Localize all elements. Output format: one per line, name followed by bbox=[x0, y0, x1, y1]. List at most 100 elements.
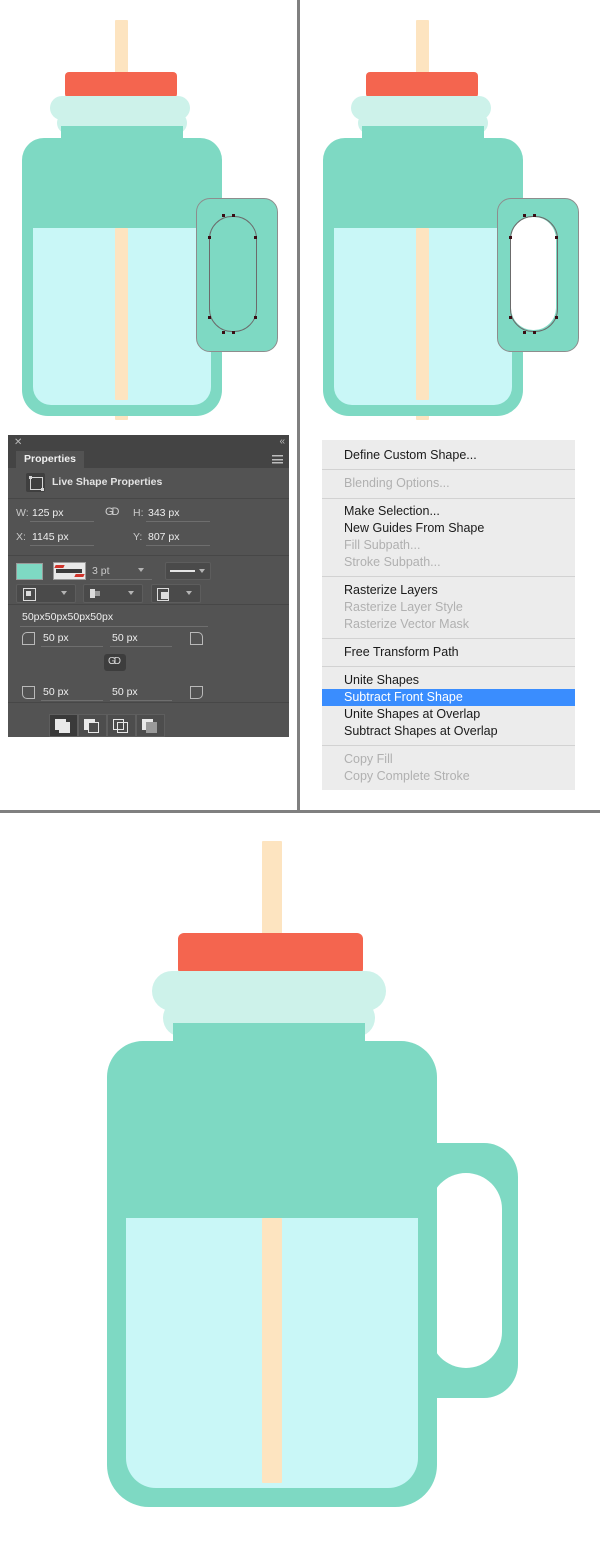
menu-item-new-guides-from-shape[interactable]: New Guides From Shape bbox=[344, 521, 484, 535]
live-shape-icon bbox=[26, 473, 45, 492]
path-anchor-point[interactable] bbox=[555, 236, 558, 239]
menu-item-define-custom-shape[interactable]: Define Custom Shape... bbox=[344, 448, 477, 462]
path-operations-group[interactable] bbox=[49, 714, 165, 737]
stroke-corners-dropdown[interactable] bbox=[151, 584, 201, 603]
path-anchor-point[interactable] bbox=[555, 316, 558, 319]
link-wh-icon[interactable]: GD bbox=[105, 506, 118, 518]
path-anchor-point[interactable] bbox=[509, 236, 512, 239]
y-input-underline[interactable] bbox=[146, 545, 210, 546]
straw-in-liquid bbox=[416, 228, 429, 400]
artwork-panel-step-1 bbox=[0, 0, 300, 430]
corner-bottom-left-underline[interactable] bbox=[41, 700, 103, 701]
close-icon[interactable]: ✕ bbox=[14, 437, 22, 449]
corner-radius-summary[interactable]: 50px50px50px50px bbox=[22, 611, 113, 623]
corner-top-left-value[interactable]: 50 px bbox=[43, 632, 69, 644]
menu-item-rasterize-layer-style: Rasterize Layer Style bbox=[344, 600, 463, 614]
height-input-underline[interactable] bbox=[146, 521, 210, 522]
menu-item-unite-shapes[interactable]: Unite Shapes bbox=[344, 673, 419, 687]
menu-separator bbox=[322, 745, 575, 746]
properties-panel[interactable]: ✕ « Properties Live Shape Properties W: … bbox=[8, 435, 289, 737]
path-anchor-point[interactable] bbox=[533, 331, 536, 334]
stroke-align-dropdown[interactable] bbox=[16, 584, 76, 603]
jar-lid bbox=[65, 72, 177, 98]
exclude-overlapping-shapes-button[interactable] bbox=[136, 714, 165, 737]
artwork-panel-step-3 bbox=[0, 813, 600, 1553]
mug-handle-hole bbox=[430, 1173, 502, 1368]
chevron-down-icon[interactable] bbox=[199, 569, 205, 573]
menu-item-rasterize-layers[interactable]: Rasterize Layers bbox=[344, 583, 438, 597]
chevron-down-icon[interactable] bbox=[186, 591, 192, 595]
x-input-underline[interactable] bbox=[30, 545, 94, 546]
stroke-style-dropdown[interactable] bbox=[165, 562, 211, 580]
stroke-color-swatch[interactable] bbox=[53, 562, 86, 580]
y-label: Y: bbox=[133, 531, 142, 543]
corner-bottom-left-value[interactable]: 50 px bbox=[43, 686, 69, 698]
path-anchor-point[interactable] bbox=[254, 316, 257, 319]
path-anchor-point[interactable] bbox=[523, 331, 526, 334]
stroke-width-value[interactable]: 3 pt bbox=[92, 565, 110, 577]
path-anchor-point[interactable] bbox=[208, 316, 211, 319]
menu-item-rasterize-vector-mask: Rasterize Vector Mask bbox=[344, 617, 469, 631]
live-shape-properties-label: Live Shape Properties bbox=[52, 476, 162, 488]
handle-inner-path[interactable] bbox=[209, 216, 257, 332]
corner-radius-summary-underline[interactable] bbox=[20, 626, 208, 627]
path-operations-section bbox=[8, 703, 289, 747]
width-value[interactable]: 125 px bbox=[32, 507, 64, 519]
intersect-shape-areas-button[interactable] bbox=[107, 714, 136, 737]
height-label: H: bbox=[133, 507, 144, 519]
y-value[interactable]: 807 px bbox=[148, 531, 180, 543]
path-anchor-point[interactable] bbox=[509, 316, 512, 319]
fill-color-swatch[interactable] bbox=[16, 563, 43, 580]
menu-separator bbox=[322, 469, 575, 470]
link-icon: GD bbox=[108, 656, 119, 667]
path-context-menu[interactable]: Define Custom Shape... Blending Options.… bbox=[322, 440, 575, 790]
jar-lid bbox=[366, 72, 478, 98]
subtract-front-shape-button[interactable] bbox=[78, 714, 107, 737]
width-input-underline[interactable] bbox=[30, 521, 94, 522]
tab-properties[interactable]: Properties bbox=[16, 451, 84, 468]
collapse-panel-icon[interactable]: « bbox=[279, 436, 284, 448]
link-corner-radii-button[interactable]: GD bbox=[104, 654, 126, 671]
menu-item-subtract-shapes-at-overlap[interactable]: Subtract Shapes at Overlap bbox=[344, 724, 498, 738]
menu-item-subtract-front-shape[interactable]: Subtract Front Shape bbox=[344, 690, 463, 704]
jar-lid bbox=[178, 933, 363, 975]
menu-item-make-selection[interactable]: Make Selection... bbox=[344, 504, 440, 518]
live-shape-properties-header: Live Shape Properties bbox=[8, 468, 289, 499]
path-anchor-point[interactable] bbox=[222, 331, 225, 334]
chevron-down-icon[interactable] bbox=[128, 591, 134, 595]
artwork-panel-step-2 bbox=[301, 0, 600, 430]
menu-separator bbox=[322, 638, 575, 639]
panel-tab-bar: Properties bbox=[8, 451, 289, 468]
corner-top-left-icon bbox=[22, 632, 35, 645]
path-anchor-point[interactable] bbox=[232, 331, 235, 334]
height-value[interactable]: 343 px bbox=[148, 507, 180, 519]
x-value[interactable]: 1145 px bbox=[32, 531, 69, 543]
corner-top-right-underline[interactable] bbox=[110, 646, 172, 647]
corner-bottom-right-icon bbox=[190, 686, 203, 699]
geometry-section: W: 125 px GD H: 343 px X: 1145 px Y: 807… bbox=[8, 499, 289, 556]
stroke-width-dropdown[interactable] bbox=[90, 579, 152, 580]
corner-top-right-value[interactable]: 50 px bbox=[112, 632, 138, 644]
stroke-section: 3 pt bbox=[8, 556, 289, 605]
chevron-down-icon[interactable] bbox=[138, 568, 144, 572]
menu-separator bbox=[322, 498, 575, 499]
path-anchor-point[interactable] bbox=[254, 236, 257, 239]
stroke-caps-dropdown[interactable] bbox=[83, 584, 143, 603]
path-anchor-point[interactable] bbox=[208, 236, 211, 239]
corner-top-left-underline[interactable] bbox=[41, 646, 103, 647]
menu-item-fill-subpath: Fill Subpath... bbox=[344, 538, 420, 552]
menu-item-blending-options: Blending Options... bbox=[344, 476, 450, 490]
menu-item-free-transform-path[interactable]: Free Transform Path bbox=[344, 645, 459, 659]
menu-item-unite-shapes-at-overlap[interactable]: Unite Shapes at Overlap bbox=[344, 707, 480, 721]
unite-shapes-button[interactable] bbox=[49, 714, 78, 737]
path-anchor-point[interactable] bbox=[222, 214, 225, 217]
corner-bottom-right-underline[interactable] bbox=[110, 700, 172, 701]
handle-inner-path[interactable] bbox=[510, 216, 558, 332]
path-anchor-point[interactable] bbox=[232, 214, 235, 217]
menu-separator bbox=[322, 666, 575, 667]
chevron-down-icon[interactable] bbox=[61, 591, 67, 595]
panel-menu-icon[interactable] bbox=[272, 455, 283, 464]
path-anchor-point[interactable] bbox=[523, 214, 526, 217]
path-anchor-point[interactable] bbox=[533, 214, 536, 217]
corner-bottom-right-value[interactable]: 50 px bbox=[112, 686, 138, 698]
